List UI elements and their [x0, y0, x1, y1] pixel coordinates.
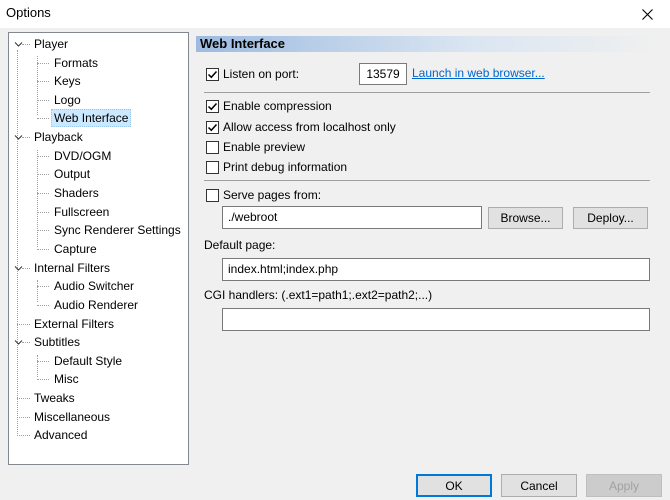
collapse-icon[interactable]: [14, 133, 23, 142]
launch-in-browser-link[interactable]: Launch in web browser...: [412, 66, 545, 80]
tree-item-tweaks[interactable]: Tweaks: [32, 389, 77, 407]
tree-item-formats[interactable]: Formats: [52, 54, 100, 72]
tree-item-playback[interactable]: Playback: [32, 128, 85, 146]
allow-localhost-label: Allow access from localhost only: [223, 120, 396, 134]
title-bar: Options: [0, 0, 670, 28]
tree-item-sync-renderer-settings[interactable]: Sync Renderer Settings: [52, 221, 183, 239]
collapse-icon[interactable]: [14, 338, 23, 347]
options-dialog: Options Player Formats Keys Logo Web Int…: [0, 0, 670, 500]
tree-item-internal-filters[interactable]: Internal Filters: [32, 259, 112, 277]
browse-button[interactable]: Browse...: [488, 207, 563, 229]
cancel-button[interactable]: Cancel: [501, 474, 577, 497]
separator: [204, 92, 650, 93]
print-debug-checkbox[interactable]: [206, 160, 219, 174]
allow-localhost-checkbox[interactable]: [206, 120, 219, 134]
listen-on-port-label: Listen on port:: [223, 67, 300, 81]
checkmark-icon: [207, 102, 218, 110]
tree-item-dvd-ogm[interactable]: DVD/OGM: [52, 147, 113, 165]
tree-item-web-interface[interactable]: Web Interface: [51, 109, 132, 127]
listen-on-port-row[interactable]: Listen on port:: [206, 66, 299, 82]
serve-pages-row[interactable]: Serve pages from:: [206, 187, 321, 203]
apply-button[interactable]: Apply: [586, 474, 662, 497]
tree-item-output[interactable]: Output: [52, 165, 92, 183]
tree-item-fullscreen[interactable]: Fullscreen: [52, 203, 111, 221]
collapse-icon[interactable]: [14, 264, 23, 273]
tree-item-player[interactable]: Player: [32, 35, 70, 53]
cgi-handlers-input[interactable]: [222, 308, 650, 331]
tree-item-advanced[interactable]: Advanced: [32, 426, 89, 444]
default-page-input[interactable]: index.html;index.php: [222, 258, 650, 281]
deploy-button[interactable]: Deploy...: [573, 207, 648, 229]
tree-item-external-filters[interactable]: External Filters: [32, 315, 116, 333]
print-debug-row[interactable]: Print debug information: [206, 159, 347, 175]
enable-compression-label: Enable compression: [223, 99, 332, 113]
tree-item-default-style[interactable]: Default Style: [52, 352, 124, 370]
separator: [204, 180, 650, 181]
close-icon: [641, 8, 653, 20]
close-button[interactable]: [624, 0, 670, 28]
tree-item-keys[interactable]: Keys: [52, 72, 83, 90]
webroot-input[interactable]: ./webroot: [222, 206, 482, 229]
tree-item-misc[interactable]: Misc: [52, 370, 81, 388]
tree-item-capture[interactable]: Capture: [52, 240, 99, 258]
window-title: Options: [6, 5, 51, 20]
listen-on-port-checkbox[interactable]: [206, 67, 219, 81]
tree-item-logo[interactable]: Logo: [52, 91, 83, 109]
cgi-handlers-label: CGI handlers: (.ext1=path1;.ext2=path2;.…: [204, 288, 433, 302]
tree-item-shaders[interactable]: Shaders: [52, 184, 101, 202]
port-input[interactable]: 13579: [359, 63, 407, 85]
serve-pages-checkbox[interactable]: [206, 188, 219, 202]
tree-item-miscellaneous[interactable]: Miscellaneous: [32, 408, 112, 426]
tree-item-subtitles[interactable]: Subtitles: [32, 333, 82, 351]
print-debug-label: Print debug information: [223, 160, 348, 174]
serve-pages-label: Serve pages from:: [223, 188, 322, 202]
enable-compression-checkbox[interactable]: [206, 99, 219, 113]
enable-compression-row[interactable]: Enable compression: [206, 98, 332, 114]
tree-item-audio-switcher[interactable]: Audio Switcher: [52, 277, 136, 295]
ok-button[interactable]: OK: [416, 474, 492, 497]
checkmark-icon: [207, 70, 218, 78]
collapse-icon[interactable]: [14, 40, 23, 49]
enable-preview-row[interactable]: Enable preview: [206, 139, 305, 155]
web-interface-panel: Web Interface Listen on port: 13579 Laun…: [194, 32, 660, 465]
dialog-footer: OK Cancel Apply: [0, 466, 670, 500]
enable-preview-checkbox[interactable]: [206, 140, 219, 154]
options-tree[interactable]: Player Formats Keys Logo Web Interface P…: [8, 32, 189, 465]
tree-item-audio-renderer[interactable]: Audio Renderer: [52, 296, 140, 314]
enable-preview-label: Enable preview: [223, 140, 306, 154]
checkmark-icon: [207, 123, 218, 131]
panel-header: Web Interface: [196, 36, 660, 52]
default-page-label: Default page:: [204, 238, 276, 252]
allow-localhost-row[interactable]: Allow access from localhost only: [206, 119, 396, 135]
